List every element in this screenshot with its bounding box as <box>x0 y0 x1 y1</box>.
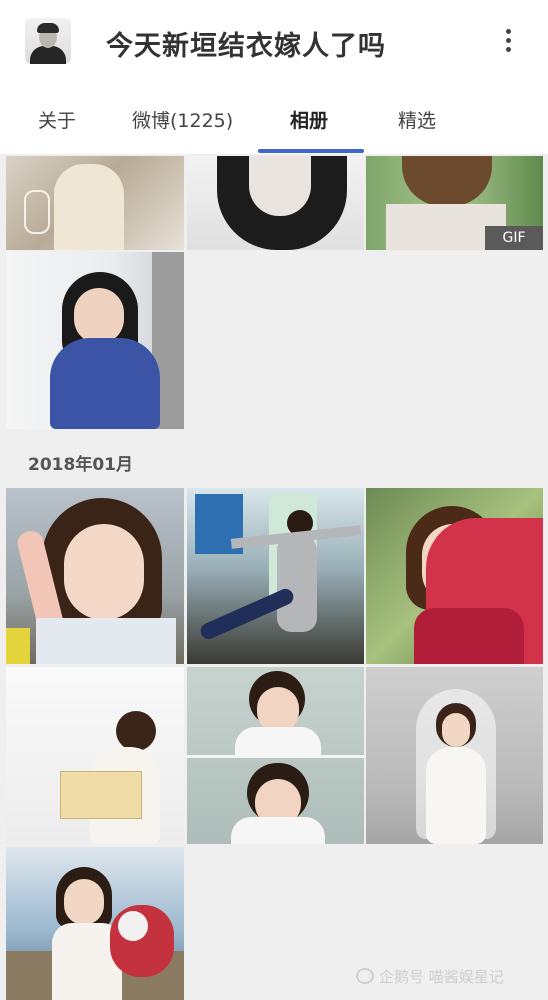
gif-badge: GIF <box>485 226 543 250</box>
album-photo[interactable] <box>6 667 184 844</box>
album-photo[interactable]: GIF <box>366 156 543 250</box>
tab-album[interactable]: 相册 <box>290 106 328 133</box>
album-section-date: 2018年01月 <box>28 455 133 475</box>
profile-avatar[interactable] <box>25 18 71 64</box>
tab-weibo[interactable]: 微博(1225) <box>132 106 233 133</box>
tab-featured[interactable]: 精选 <box>398 106 436 133</box>
app-header: 今天新垣结衣嫁人了吗 <box>0 0 548 88</box>
album-photo[interactable] <box>187 156 364 250</box>
profile-tabs: 关于 微博(1225) 相册 精选 <box>0 88 548 154</box>
active-tab-indicator <box>258 149 364 153</box>
album-photo[interactable] <box>6 847 184 1000</box>
album-photo[interactable] <box>6 488 184 664</box>
penguin-logo-icon <box>356 968 374 984</box>
profile-title: 今天新垣结衣嫁人了吗 <box>106 31 386 62</box>
album-photo[interactable] <box>6 156 184 250</box>
album-photo[interactable] <box>187 667 364 844</box>
album-photo[interactable] <box>366 667 543 844</box>
watermark: 企鹅号 喵酱娱星记 <box>356 966 504 987</box>
watermark-text: 企鹅号 喵酱娱星记 <box>379 968 504 986</box>
album-photo[interactable] <box>366 488 543 664</box>
more-vertical-icon[interactable] <box>498 26 518 60</box>
album-photo[interactable] <box>6 252 184 429</box>
tab-about[interactable]: 关于 <box>38 106 76 133</box>
album-photo[interactable] <box>187 488 364 664</box>
